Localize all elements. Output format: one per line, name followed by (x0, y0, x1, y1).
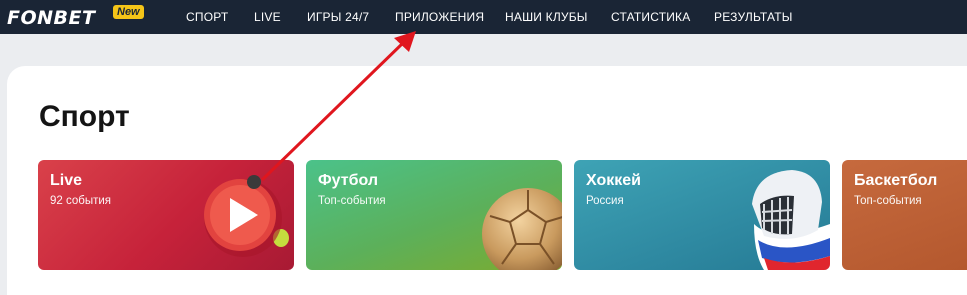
page-title: Спорт (39, 100, 130, 133)
sport-card-hockey[interactable]: Хоккей Россия (574, 160, 830, 270)
card-subtitle: 92 события (50, 195, 112, 207)
logo-text: FONBET (7, 7, 96, 29)
card-title: Live (50, 172, 83, 189)
sport-card-basketball[interactable]: Баскетбол Топ-события (842, 160, 967, 270)
top-navigation-bar: FONBET New СПОРТ LIVE ИГРЫ 24/7 ПРИЛОЖЕН… (0, 0, 967, 34)
card-title: Хоккей (586, 172, 641, 189)
nav-item-live[interactable]: LIVE (254, 10, 281, 24)
hockey-helmet-icon (752, 170, 830, 270)
card-subtitle: Топ-события (318, 195, 386, 207)
nav-item-apps[interactable]: ПРИЛОЖЕНИЯ (395, 10, 484, 24)
soccer-ball-icon (482, 188, 562, 270)
nav-item-clubs[interactable]: НАШИ КЛУБЫ (505, 10, 588, 24)
card-subtitle: Россия (586, 195, 624, 207)
nav-item-results[interactable]: РЕЗУЛЬТАТЫ (714, 10, 793, 24)
nav-item-statistics[interactable]: СТАТИСТИКА (611, 10, 690, 24)
new-badge: New (113, 5, 144, 19)
card-title: Футбол (318, 172, 379, 189)
play-button-icon (204, 175, 289, 257)
card-subtitle: Топ-события (854, 195, 922, 207)
sport-card-football[interactable]: Футбол Топ-события (306, 160, 562, 270)
nav-item-sport[interactable]: СПОРТ (186, 10, 228, 24)
card-title: Баскетбол (854, 172, 938, 189)
nav-item-games[interactable]: ИГРЫ 24/7 (307, 10, 369, 24)
sport-card-live[interactable]: Live 92 события (38, 160, 294, 270)
